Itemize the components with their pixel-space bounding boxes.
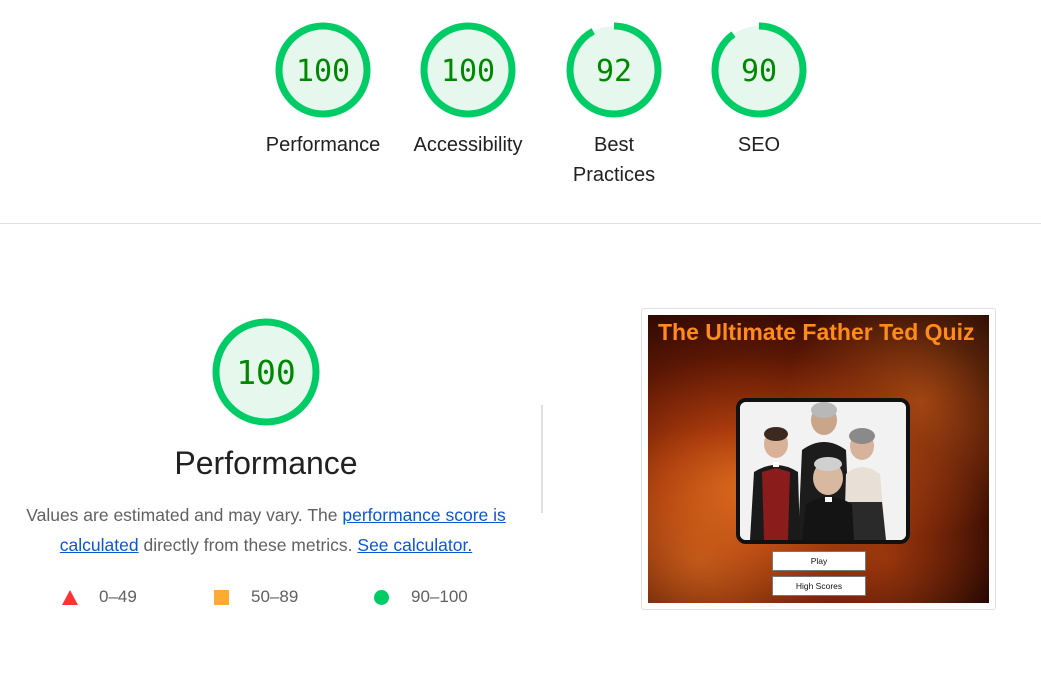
fail-triangle-icon (62, 589, 78, 605)
gauge-best-practices-label: Best Practices (572, 134, 656, 186)
performance-title: Performance (174, 445, 358, 481)
final-screenshot: The Ultimate Father Ted Quiz Play High S… (648, 315, 989, 603)
section-divider (0, 223, 1041, 224)
gauge-accessibility-ring: 100 (420, 22, 516, 118)
gauge-best-practices-score: 92 (596, 54, 632, 89)
legend-average: 50–89 (214, 585, 298, 609)
see-calculator-link[interactable]: See calculator. (357, 535, 472, 555)
gauge-seo-ring: 90 (711, 22, 807, 118)
gauge-best-practices-ring: 92 (566, 22, 662, 118)
gauge-accessibility[interactable]: 100 Accessibility (398, 20, 538, 160)
gauge-accessibility-score: 100 (441, 54, 495, 89)
screenshot-title: The Ultimate Father Ted Quiz (658, 319, 975, 345)
vertical-divider (541, 405, 543, 513)
legend-fail-range: 0–49 (99, 587, 137, 606)
gauge-performance-ring: 100 (275, 22, 371, 118)
high-scores-button[interactable]: High Scores (772, 576, 866, 596)
cast-photo-illustration (740, 402, 906, 540)
legend-average-range: 50–89 (251, 587, 299, 606)
gauge-performance-label: Performance (265, 134, 381, 156)
performance-main-gauge-ring: 100 (212, 318, 320, 426)
play-button[interactable]: Play (772, 551, 866, 571)
performance-main-gauge: 100 (210, 316, 322, 428)
performance-main-score: 100 (236, 353, 296, 392)
average-square-icon (214, 589, 229, 605)
cast-photo-image (736, 398, 910, 544)
pass-circle-icon (374, 589, 389, 605)
description-prefix: Values are estimated and may vary. The (26, 505, 343, 525)
legend-fail: 0–49 (62, 585, 137, 609)
legend-pass: 90–100 (374, 585, 468, 609)
description-middle: directly from these metrics. (138, 535, 358, 555)
gauge-accessibility-label: Accessibility (413, 134, 523, 156)
gauge-seo-label: SEO (737, 134, 781, 156)
gauge-performance-score: 100 (296, 54, 350, 89)
gauge-performance[interactable]: 100 Performance (253, 20, 393, 160)
gauge-best-practices[interactable]: 92 Best Practices (544, 20, 684, 190)
gauge-seo[interactable]: 90 SEO (689, 20, 829, 160)
legend-pass-range: 90–100 (411, 587, 468, 606)
gauge-seo-score: 90 (741, 54, 777, 89)
performance-description: Values are estimated and may vary. The p… (20, 500, 512, 560)
